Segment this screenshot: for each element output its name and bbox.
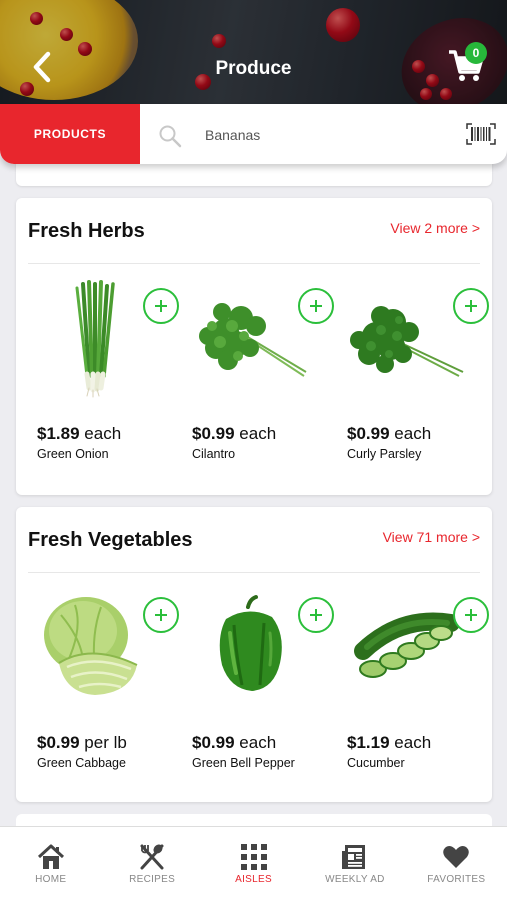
search-bar: PRODUCTS — [0, 104, 507, 164]
curly-parsley-image — [350, 306, 464, 377]
products-tab[interactable]: PRODUCTS — [0, 104, 140, 164]
product-price: $1.19 each — [347, 733, 432, 752]
bottom-navigation: HOME RECIPES AISLES WEEKLY AD FAVORITES — [0, 826, 507, 900]
product-name: Cucumber — [347, 756, 405, 770]
section-title: Fresh Herbs — [28, 220, 145, 242]
product-tile[interactable]: $0.99 each Green Bell Pepper — [186, 585, 336, 785]
add-to-cart-button[interactable] — [298, 597, 334, 633]
nav-label: AISLES — [235, 874, 272, 885]
nav-item-recipes[interactable]: RECIPES — [101, 827, 202, 900]
nav-item-favorites[interactable]: FAVORITES — [406, 827, 507, 900]
product-tile[interactable]: $1.19 each Cucumber — [341, 585, 491, 785]
divider — [28, 263, 480, 264]
page-title: Produce — [215, 58, 292, 79]
header-overlay — [0, 0, 507, 104]
home-icon — [37, 844, 64, 869]
divider — [28, 572, 480, 573]
cilantro-image — [199, 303, 307, 377]
product-price: $0.99 each — [347, 424, 432, 443]
weekly-ad-icon — [341, 845, 365, 869]
aisles-icon — [240, 844, 267, 870]
recipes-icon — [140, 844, 164, 870]
view-more-link[interactable]: View 2 more > — [390, 220, 480, 236]
product-name: Green Cabbage — [37, 756, 126, 770]
search-icon — [159, 125, 182, 148]
product-name: Green Bell Pepper — [192, 756, 295, 770]
add-to-cart-button[interactable] — [143, 288, 179, 324]
add-to-cart-button[interactable] — [143, 597, 179, 633]
barcode-scanner-icon[interactable] — [466, 123, 496, 145]
product-name: Curly Parsley — [347, 447, 422, 461]
product-price: $0.99 per lb — [37, 733, 127, 752]
add-to-cart-button[interactable] — [298, 288, 334, 324]
nav-label: HOME — [35, 874, 67, 885]
section-title: Fresh Vegetables — [28, 529, 193, 551]
header-banner: Produce 0 — [0, 0, 507, 104]
heart-icon — [443, 846, 470, 868]
product-name: Green Onion — [37, 447, 109, 461]
product-name: Cilantro — [192, 447, 236, 461]
cucumber-image — [354, 612, 460, 678]
search-input[interactable] — [205, 123, 445, 147]
add-to-cart-button[interactable] — [453, 288, 489, 324]
section-card-fresh-herbs: Fresh Herbs View 2 more > $1.89 each Gre… — [16, 198, 492, 495]
section-card-fresh-vegetables: Fresh Vegetables View 71 more > $0.99 pe… — [16, 507, 492, 802]
cart-count-badge: 0 — [465, 42, 487, 64]
add-to-cart-button[interactable] — [453, 597, 489, 633]
view-more-link[interactable]: View 71 more > — [383, 529, 480, 545]
product-tile[interactable]: $1.89 each Green Onion — [31, 276, 181, 476]
green-cabbage-image — [44, 597, 138, 695]
nav-label: FAVORITES — [427, 874, 486, 885]
product-tile[interactable]: $0.99 each Cilantro — [186, 276, 336, 476]
nav-label: RECIPES — [129, 874, 176, 885]
green-bell-pepper-image — [219, 595, 282, 691]
product-tile[interactable]: $0.99 each Curly Parsley — [341, 276, 491, 476]
nav-item-weekly-ad[interactable]: WEEKLY AD — [304, 827, 405, 900]
product-price: $1.89 each — [37, 424, 122, 443]
product-price: $0.99 each — [192, 424, 277, 443]
nav-item-aisles[interactable]: AISLES — [203, 827, 304, 900]
green-onion-image — [75, 280, 115, 398]
nav-label: WEEKLY AD — [325, 874, 385, 885]
product-tile[interactable]: $0.99 per lb Green Cabbage — [31, 585, 181, 785]
nav-item-home[interactable]: HOME — [0, 827, 101, 900]
product-price: $0.99 each — [192, 733, 277, 752]
